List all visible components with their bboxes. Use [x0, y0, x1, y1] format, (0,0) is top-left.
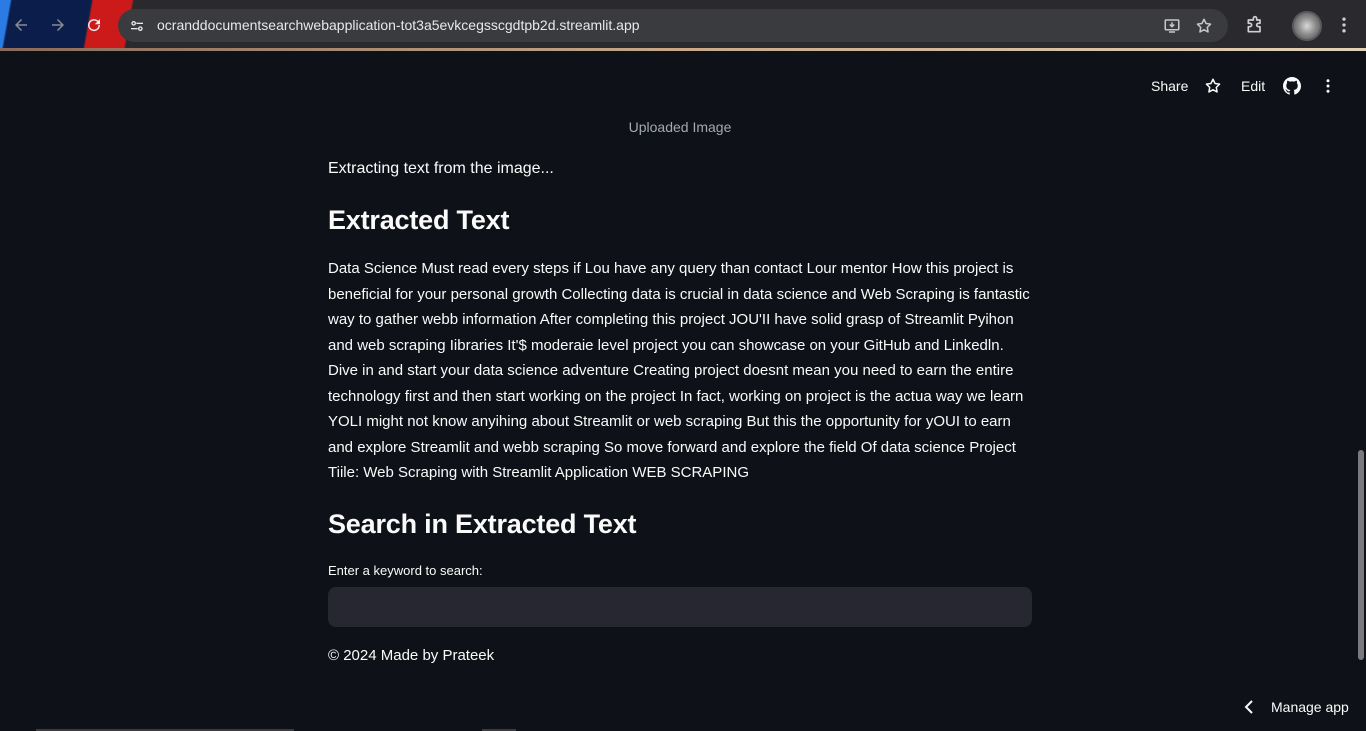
scrollbar-thumb[interactable]: [1358, 450, 1364, 660]
browser-menu-icon[interactable]: [1332, 13, 1356, 37]
star-icon[interactable]: [1202, 75, 1224, 97]
footer-credit: © 2024 Made by Prateek: [328, 647, 495, 664]
back-icon[interactable]: [9, 13, 33, 37]
status-message: Extracting text from the image...: [328, 160, 554, 177]
github-icon[interactable]: [1281, 75, 1303, 97]
search-input-label: Enter a keyword to search:: [328, 563, 483, 578]
share-button[interactable]: Share: [1151, 78, 1188, 94]
url-text[interactable]: ocranddocumentsearchwebapplication-tot3a…: [157, 17, 640, 33]
profile-avatar[interactable]: [1292, 11, 1322, 41]
address-bar[interactable]: ocranddocumentsearchwebapplication-tot3a…: [118, 9, 1228, 42]
manage-app-label: Manage app: [1271, 699, 1349, 715]
chevron-left-icon: [1240, 697, 1258, 717]
image-caption: Uploaded Image: [628, 119, 732, 135]
browser-chrome: ocranddocumentsearchwebapplication-tot3a…: [0, 0, 1366, 51]
edit-button[interactable]: Edit: [1241, 78, 1265, 94]
search-input[interactable]: [328, 587, 1032, 627]
extracted-text-body: Data Science Must read every steps if Lo…: [328, 260, 1030, 481]
search-heading: Search in Extracted Text: [328, 509, 637, 539]
extensions-icon[interactable]: [1243, 13, 1267, 37]
site-info-icon[interactable]: [126, 15, 148, 37]
bookmark-star-icon[interactable]: [1194, 16, 1214, 36]
extracted-text-heading: Extracted Text: [328, 205, 510, 235]
manage-app-button[interactable]: Manage app: [1236, 694, 1356, 720]
forward-icon[interactable]: [46, 13, 70, 37]
more-menu-icon[interactable]: [1317, 75, 1339, 97]
install-app-icon[interactable]: [1162, 16, 1182, 36]
app-header: Share Edit: [0, 51, 1366, 111]
reload-icon[interactable]: [82, 13, 106, 37]
